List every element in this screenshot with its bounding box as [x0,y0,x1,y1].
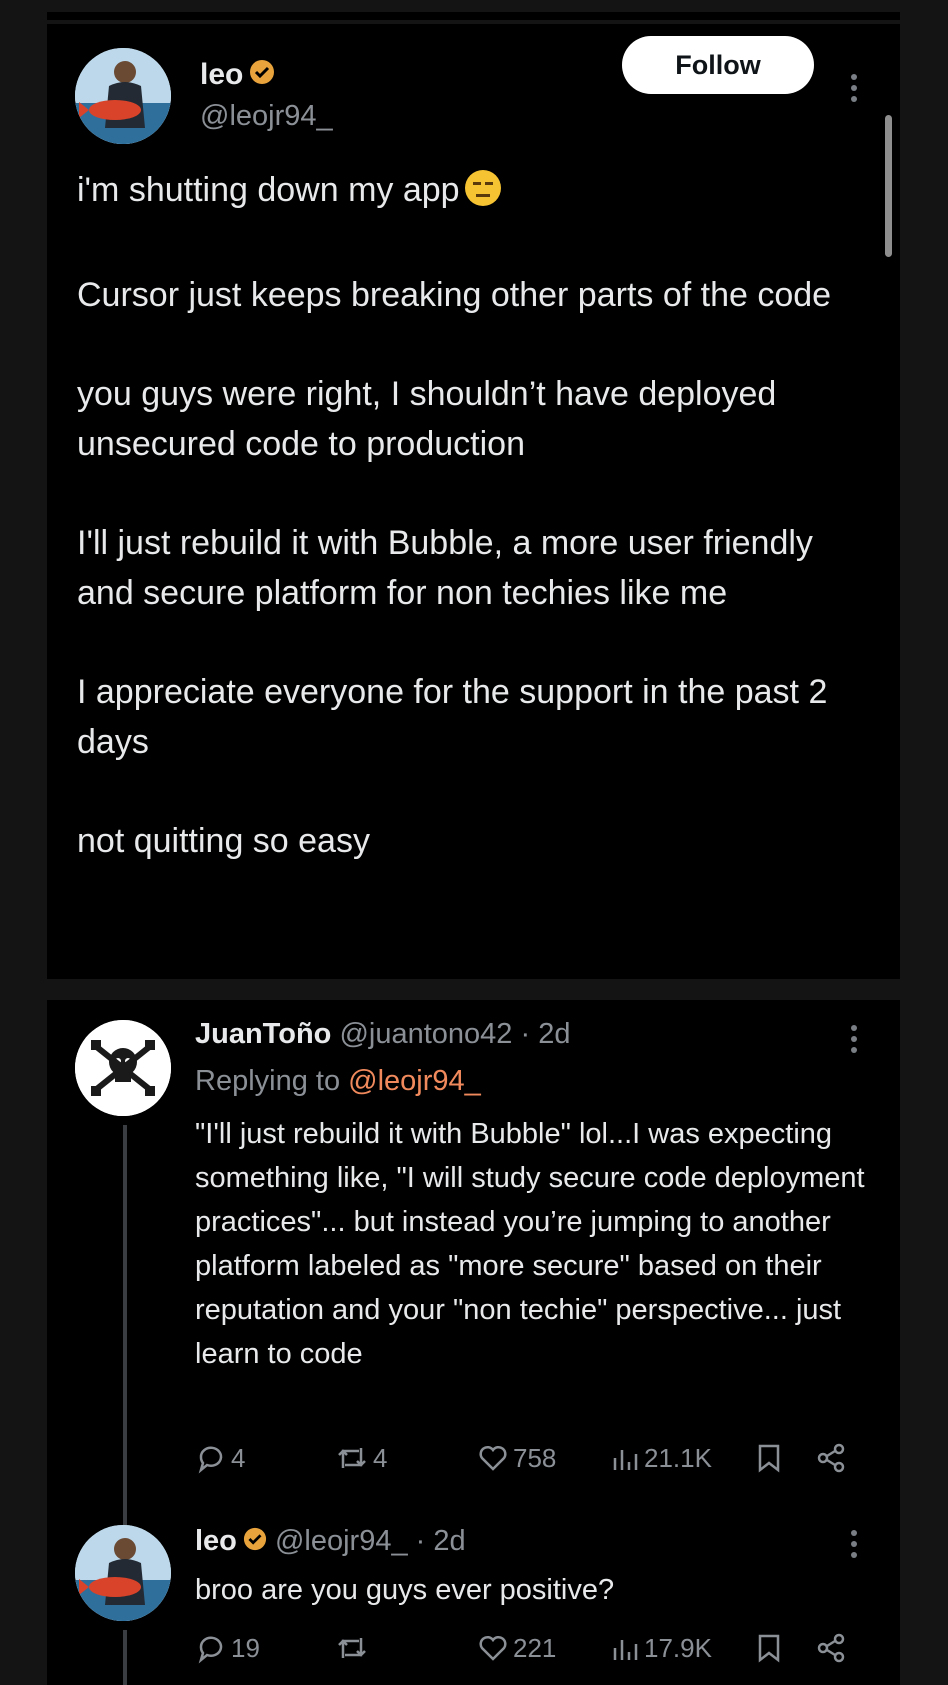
post-paragraph: I'll just rebuild it with Bubble, a more… [77,524,823,612]
share-icon [817,1633,845,1663]
reply-icon [198,1446,223,1474]
post-paragraph: Cursor just keeps breaking other parts o… [77,276,832,314]
post-paragraph: not quitting so easy [77,822,370,860]
repost-button[interactable]: 4 [335,1442,387,1474]
post-paragraph: I appreciate everyone for the support in… [77,673,837,761]
reply-header: JuanToño @juantono42 · 2d [195,1018,570,1051]
replying-to-link[interactable]: @leojr94_ [348,1065,481,1097]
replying-to: Replying to @leojr94_ [195,1065,481,1097]
reply-author-handle[interactable]: @leojr94_ [275,1525,408,1557]
leo-reply-avatar[interactable] [75,1525,171,1621]
juantono-avatar[interactable] [75,1020,171,1116]
views-icon [613,1640,638,1660]
reply-icon [198,1636,223,1664]
views-button[interactable]: 21.1K [610,1442,712,1474]
share-icon [817,1443,845,1473]
leo-avatar[interactable] [75,48,171,144]
heart-icon [479,1445,507,1471]
views-button[interactable]: 17.9K [610,1632,712,1664]
bookmark-button[interactable] [755,1442,787,1474]
reply-button[interactable]: 19 [195,1632,260,1664]
post-paragraph: you guys were right, I shouldn’t have de… [77,375,786,463]
post-paragraph: i'm shutting down my app [77,165,877,221]
more-vertical-icon[interactable] [847,1530,861,1563]
reply-author-name[interactable]: JuanToño [195,1018,331,1050]
follow-button[interactable]: Follow [622,36,814,94]
share-button[interactable] [815,1632,851,1664]
scrollbar-thumb[interactable] [885,115,892,257]
heart-icon [479,1635,507,1661]
views-icon [613,1450,638,1470]
reply-author-name[interactable]: leo [195,1525,237,1557]
reply-text: broo are you guys ever positive? [195,1574,615,1606]
reply-author-handle[interactable]: @juantono42 [339,1018,512,1050]
repost-button[interactable] [335,1632,373,1664]
repost-icon [338,1448,366,1468]
reply-header: leo @leojr94_ · 2d [195,1525,466,1559]
verified-badge-icon [249,59,275,93]
verified-badge-icon [243,1526,267,1559]
author-name[interactable]: leo [200,58,275,93]
reply-text: "I'll just rebuild it with Bubble" lol..… [195,1118,873,1370]
reply-actions: 4 4 758 21.1K [195,1442,855,1482]
share-button[interactable] [815,1442,851,1474]
bookmark-icon [758,1444,780,1473]
more-vertical-icon[interactable] [847,74,861,107]
reply-button[interactable]: 4 [195,1442,245,1474]
repost-icon [338,1638,366,1658]
like-button[interactable]: 221 [477,1632,556,1664]
expressionless-face-emoji [464,169,502,221]
bookmark-icon [758,1634,780,1663]
previous-item-edge [47,12,900,20]
bookmark-button[interactable] [755,1632,787,1664]
author-handle[interactable]: @leojr94_ [200,100,333,133]
reply-time: · 2d [520,1018,571,1050]
reply-time: · 2d [415,1525,466,1557]
post-text: i'm shutting down my app Cursor just kee… [77,165,877,915]
reply-actions: 19 221 17.9K [195,1632,855,1672]
like-button[interactable]: 758 [477,1442,556,1474]
more-vertical-icon[interactable] [847,1025,861,1058]
thread-line [123,1630,127,1685]
thread-line [123,1125,127,1532]
